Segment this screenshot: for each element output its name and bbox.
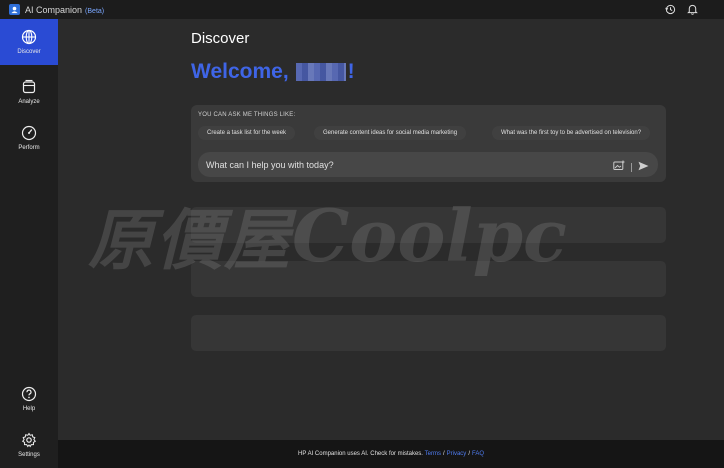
title-bar: AI Companion (Beta)	[0, 0, 724, 19]
sidebar-item-label: Perform	[18, 145, 40, 151]
gauge-icon	[21, 125, 37, 141]
suggestion-chip[interactable]: Generate content ideas for social media …	[314, 126, 467, 140]
help-icon	[21, 386, 37, 402]
sidebar-item-label: Help	[22, 406, 36, 412]
globe-icon	[21, 29, 37, 45]
app-title: AI Companion (Beta)	[25, 4, 105, 15]
sidebar-item-label: Analyze	[18, 99, 40, 105]
placeholder-card	[191, 207, 666, 243]
redacted-user-name	[295, 63, 346, 81]
footer-separator: /	[442, 451, 445, 457]
placeholder-card	[191, 261, 666, 297]
documents-icon	[22, 79, 36, 94]
suggestions-heading: YOU CAN ASK ME THINGS LIKE:	[198, 112, 296, 118]
bell-icon[interactable]	[686, 3, 698, 15]
app-logo-icon	[9, 4, 20, 15]
chat-input-bar	[198, 152, 658, 177]
sidebar-item-label: Discover	[17, 49, 41, 55]
sidebar-item-perform[interactable]: Perform	[0, 115, 58, 161]
sidebar-item-discover[interactable]: Discover	[0, 19, 58, 65]
history-icon[interactable]	[664, 3, 676, 15]
screenshot-icon[interactable]	[613, 158, 625, 176]
main-content: Discover Welcome, ! YOU CAN ASK ME THING…	[58, 19, 724, 440]
welcome-heading: Welcome, !	[191, 60, 355, 84]
suggestion-chip[interactable]: Create a task list for the week	[198, 126, 296, 140]
beta-label: (Beta)	[85, 7, 105, 15]
footer-separator: /	[468, 451, 470, 457]
privacy-link[interactable]: Privacy	[447, 451, 467, 457]
placeholder-card	[191, 315, 666, 351]
sidebar-item-analyze[interactable]: Analyze	[0, 69, 58, 115]
send-icon[interactable]	[638, 158, 649, 176]
welcome-prefix: Welcome,	[191, 60, 289, 83]
footer-disclaimer: HP AI Companion uses AI. Check for mista…	[298, 451, 423, 457]
welcome-suffix: !	[347, 60, 355, 83]
suggestions-card: YOU CAN ASK ME THINGS LIKE: Create a tas…	[191, 105, 666, 182]
faq-link[interactable]: FAQ	[472, 451, 484, 457]
terms-link[interactable]: Terms	[425, 451, 441, 457]
sidebar-item-settings[interactable]: Settings	[0, 422, 58, 468]
sidebar-item-help[interactable]: Help	[0, 376, 58, 422]
gear-icon	[21, 432, 37, 448]
sidebar: Discover Analyze Perform Help Settings	[0, 19, 58, 468]
page-title: Discover	[191, 30, 250, 47]
suggestion-chip[interactable]: What was the first toy to be advertised …	[492, 126, 651, 140]
sidebar-item-label: Settings	[18, 452, 40, 458]
footer: HP AI Companion uses AI. Check for mista…	[58, 440, 724, 468]
chat-input[interactable]	[206, 159, 596, 170]
input-divider	[631, 162, 632, 172]
